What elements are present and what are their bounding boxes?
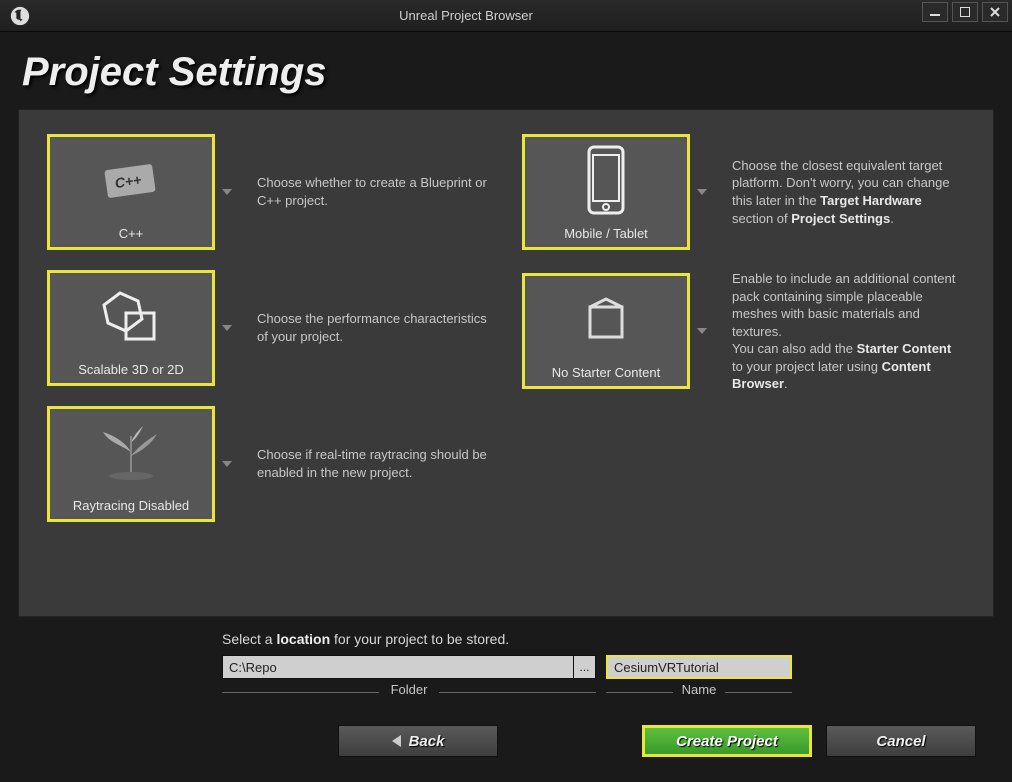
chevron-down-icon: [697, 189, 707, 195]
option-platform: Mobile / Tablet Choose the closest equiv…: [522, 134, 965, 250]
cpp-icon: C++: [50, 137, 212, 223]
chevron-down-icon: [222, 189, 232, 195]
back-button[interactable]: Back: [338, 725, 498, 757]
raytracing-label: Raytracing Disabled: [69, 495, 193, 513]
folder-input[interactable]: [222, 655, 574, 679]
settings-left-column: C++ C++ Choose whether to create a Bluep…: [47, 134, 490, 592]
platform-description: Choose the closest equivalent target pla…: [732, 157, 965, 227]
location-prompt: Select a location for your project to be…: [222, 631, 994, 647]
close-button[interactable]: [982, 2, 1008, 22]
performance-dropdown[interactable]: [215, 270, 239, 386]
chevron-down-icon: [697, 328, 707, 334]
window-controls: [922, 2, 1008, 22]
starter-description: Enable to include an additional content …: [732, 270, 965, 393]
button-row: Back Create Project Cancel: [18, 697, 994, 757]
option-raytracing: Raytracing Disabled Choose if real-time …: [47, 406, 490, 522]
performance-description: Choose the performance characteristics o…: [257, 310, 490, 345]
performance-label: Scalable 3D or 2D: [74, 359, 188, 377]
starter-tile[interactable]: No Starter Content: [522, 273, 690, 389]
plant-icon: [50, 409, 212, 495]
project-type-description: Choose whether to create a Blueprint or …: [257, 174, 490, 209]
starter-label: No Starter Content: [548, 362, 664, 380]
box-open-icon: [525, 276, 687, 362]
chevron-down-icon: [222, 461, 232, 467]
option-project-type: C++ C++ Choose whether to create a Bluep…: [47, 134, 490, 250]
create-project-button[interactable]: Create Project: [642, 725, 812, 757]
footer: Select a location for your project to be…: [0, 617, 1012, 757]
platform-tile[interactable]: Mobile / Tablet: [522, 134, 690, 250]
maximize-button[interactable]: [952, 2, 978, 22]
cancel-button[interactable]: Cancel: [826, 725, 976, 757]
performance-tile[interactable]: Scalable 3D or 2D: [47, 270, 215, 386]
unreal-logo-icon: [8, 4, 32, 28]
minimize-button[interactable]: [922, 2, 948, 22]
name-label: Name: [606, 682, 792, 697]
window-title: Unreal Project Browser: [40, 8, 892, 23]
folder-label: Folder: [222, 682, 596, 697]
browse-folder-button[interactable]: ...: [574, 655, 596, 679]
raytracing-description: Choose if real-time raytracing should be…: [257, 446, 490, 481]
settings-right-column: Mobile / Tablet Choose the closest equiv…: [522, 134, 965, 592]
project-type-label: C++: [115, 223, 148, 241]
option-performance: Scalable 3D or 2D Choose the performance…: [47, 270, 490, 386]
starter-dropdown[interactable]: [690, 273, 714, 389]
raytracing-dropdown[interactable]: [215, 406, 239, 522]
platform-dropdown[interactable]: [690, 134, 714, 250]
project-name-input[interactable]: [606, 655, 792, 679]
titlebar: Unreal Project Browser: [0, 0, 1012, 32]
raytracing-tile[interactable]: Raytracing Disabled: [47, 406, 215, 522]
mobile-icon: [525, 137, 687, 223]
path-row: ... Folder Name: [222, 655, 994, 697]
chevron-down-icon: [222, 325, 232, 331]
project-type-dropdown[interactable]: [215, 134, 239, 250]
project-type-tile[interactable]: C++ C++: [47, 134, 215, 250]
scalable-icon: [50, 273, 212, 359]
settings-panel: C++ C++ Choose whether to create a Bluep…: [18, 109, 994, 617]
page-title: Project Settings: [0, 32, 1012, 109]
platform-label: Mobile / Tablet: [560, 223, 652, 241]
option-starter-content: No Starter Content Enable to include an …: [522, 270, 965, 393]
